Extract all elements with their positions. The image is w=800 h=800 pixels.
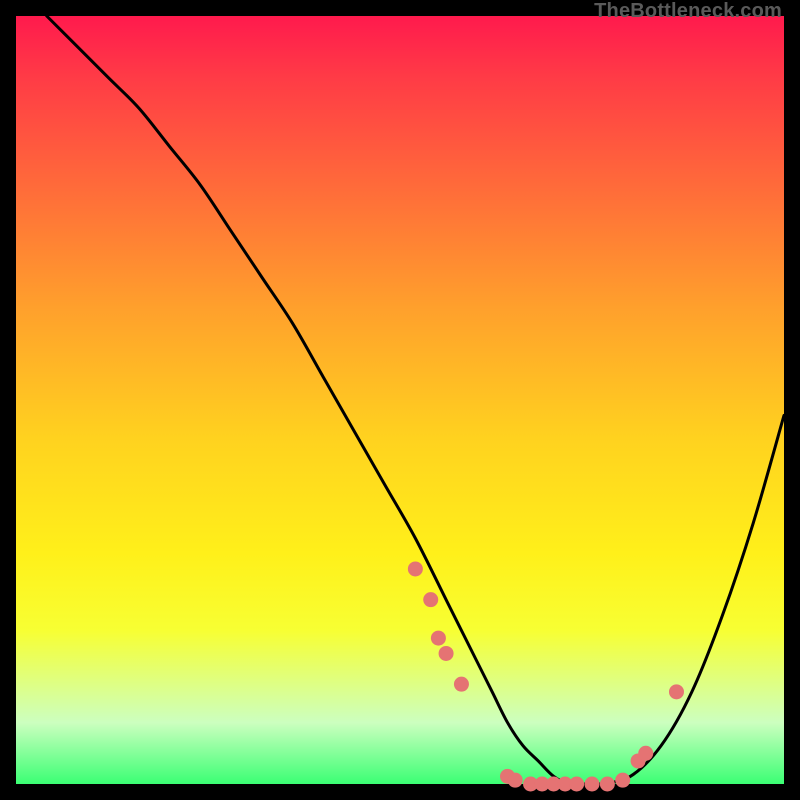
data-marker	[431, 631, 446, 646]
data-marker	[423, 592, 438, 607]
data-marker	[585, 777, 600, 792]
plot-area	[16, 16, 784, 784]
data-marker	[600, 777, 615, 792]
data-marker	[669, 684, 684, 699]
data-markers	[408, 561, 684, 791]
data-marker	[408, 561, 423, 576]
data-marker	[439, 646, 454, 661]
chart-svg	[16, 16, 784, 784]
data-marker	[569, 777, 584, 792]
data-marker	[454, 677, 469, 692]
data-marker	[508, 773, 523, 788]
watermark-text: TheBottleneck.com	[594, 0, 782, 23]
data-marker	[615, 773, 630, 788]
data-marker	[638, 746, 653, 761]
bottleneck-curve	[47, 16, 784, 785]
